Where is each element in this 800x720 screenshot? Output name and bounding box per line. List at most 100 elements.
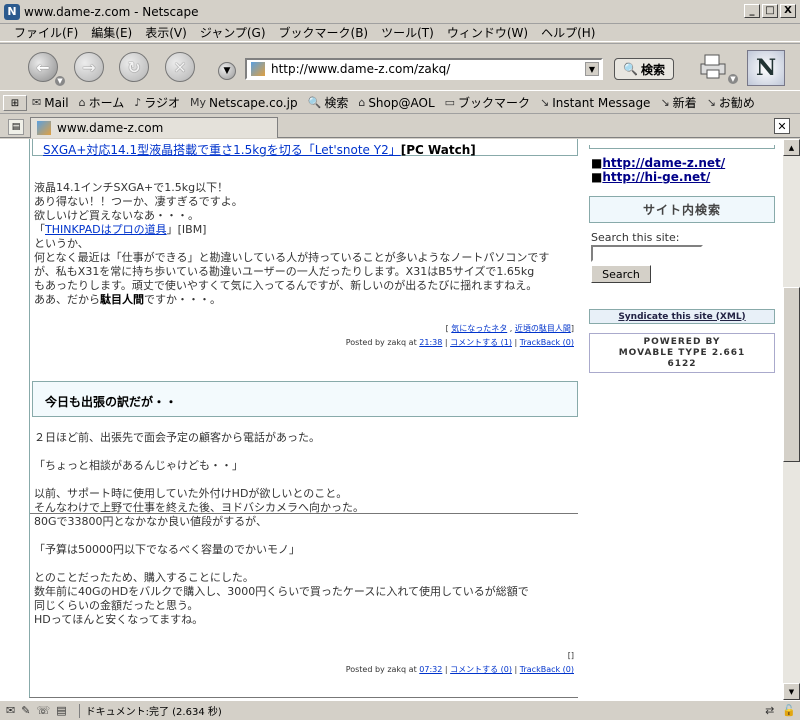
stop-button[interactable]: ✕ bbox=[165, 52, 195, 82]
url-history-icon[interactable]: ▼ bbox=[218, 62, 236, 80]
link-hi-ge-net[interactable]: http://hi-ge.net/ bbox=[602, 170, 710, 184]
body-line: 以前、サポート時に使用していた外付けHDが欲しいとのこと。 bbox=[34, 487, 348, 500]
body-line: 液晶14.1インチSXGA+で1.5kg以下！ bbox=[34, 181, 229, 194]
category-link[interactable]: 近頃の駄目人間 bbox=[515, 324, 571, 333]
permalink-time[interactable]: 21:38 bbox=[419, 338, 442, 347]
tab-dame-z[interactable]: www.dame-z.com bbox=[30, 117, 278, 138]
link-icon: ↘ bbox=[540, 96, 550, 109]
site-search-button[interactable]: Search bbox=[591, 265, 651, 283]
trackback-link[interactable]: TrackBack (0) bbox=[520, 665, 574, 674]
bookmark-mail[interactable]: ✉ Mail bbox=[32, 96, 69, 110]
post-footer: Posted by zakq at 07:32 | コメントする (0) | T… bbox=[345, 665, 574, 674]
bookmark-radio[interactable]: ♪ ラジオ bbox=[134, 94, 180, 111]
bullet: ■ bbox=[591, 170, 603, 184]
trackback-link[interactable]: TrackBack (0) bbox=[520, 338, 574, 347]
sidebar-links: ■http://dame-z.net/ ■http://hi-ge.net/ bbox=[591, 156, 725, 184]
scroll-thumb[interactable] bbox=[783, 287, 800, 462]
site-favicon-icon bbox=[251, 62, 265, 76]
bookmark-instant-message[interactable]: ↘ Instant Message bbox=[540, 96, 650, 110]
link-dame-z-net[interactable]: http://dame-z.net/ bbox=[602, 156, 725, 170]
body-line: 「予算は50000円以下でなるべく容量のでかいモノ」 bbox=[34, 543, 300, 556]
bookmark-shop[interactable]: ⌂ Shop@AOL bbox=[358, 96, 434, 110]
thinkpad-link[interactable]: THINKPADはプロの道具 bbox=[45, 223, 167, 236]
close-tab-icon[interactable]: ✕ bbox=[774, 118, 790, 134]
window-controls: _ □ X bbox=[744, 4, 796, 18]
search-label: Search this site: bbox=[591, 231, 680, 244]
url-bar[interactable]: http://www.dame-z.com/zakq/ ▼ bbox=[245, 58, 603, 80]
post-body: ２日ほど前、出張先で面会予定の顧客から電話があった。 「ちょっと相談があるんじゃ… bbox=[34, 431, 529, 627]
composer-icon[interactable]: ✎ bbox=[21, 704, 30, 717]
reload-button[interactable]: ↻ bbox=[119, 52, 149, 82]
window-title: www.dame-z.com - Netscape bbox=[24, 4, 199, 19]
site-search-heading: サイト内検索 bbox=[589, 196, 775, 223]
bookmark-label: Instant Message bbox=[552, 95, 651, 110]
bookmark-folder[interactable]: ▭ ブックマーク bbox=[445, 94, 530, 111]
comment-link[interactable]: コメントする (0) bbox=[450, 665, 512, 674]
bookmark-recommend[interactable]: ↘ お勧め bbox=[707, 94, 755, 111]
print-icon[interactable] bbox=[698, 52, 728, 80]
comment-link[interactable]: コメントする (1) bbox=[450, 338, 512, 347]
home-grip-icon[interactable]: ⊞ bbox=[3, 95, 27, 111]
personal-toolbar: ⊞ ✉ Mail ⌂ ホーム ♪ ラジオ My Netscape.co.jp 🔍 検索 ⌂… bbox=[0, 92, 800, 114]
body-line: そんなわけで上野で仕事を終えた後、ヨドバシカメラへ向かった。 bbox=[34, 501, 364, 514]
posted-by: Posted by zakq at bbox=[345, 665, 417, 674]
url-dropdown-icon[interactable]: ▼ bbox=[585, 62, 599, 76]
menu-bookmarks[interactable]: ブックマーク(B) bbox=[279, 24, 369, 41]
bookmark-home[interactable]: ⌂ ホーム bbox=[79, 94, 125, 111]
menu-file[interactable]: ファイル(F) bbox=[14, 24, 78, 41]
menu-tools[interactable]: ツール(T) bbox=[381, 24, 434, 41]
chat-icon[interactable]: ▤ bbox=[56, 704, 66, 717]
article-link[interactable]: SXGA+対応14.1型液晶搭載で重さ1.5kgを切る「Let'snote Y2… bbox=[43, 143, 401, 157]
minimize-button[interactable]: _ bbox=[744, 4, 760, 18]
close-button[interactable]: X bbox=[780, 4, 796, 18]
bookmark-netscape[interactable]: My Netscape.co.jp bbox=[190, 96, 298, 110]
netscape-window-icon[interactable]: N bbox=[4, 3, 20, 20]
bookmark-new[interactable]: ↘ 新着 bbox=[660, 94, 696, 111]
powered-by-badge[interactable]: POWERED BY MOVABLE TYPE 2.661 6122 bbox=[589, 333, 775, 373]
category-link[interactable]: 気になったネタ bbox=[451, 324, 507, 333]
permalink-time[interactable]: 07:32 bbox=[419, 665, 442, 674]
menu-help[interactable]: ヘルプ(H) bbox=[541, 24, 595, 41]
scroll-up-icon[interactable]: ▲ bbox=[783, 139, 800, 156]
body-line: 同じくらいの金額だったと思う。 bbox=[34, 599, 199, 612]
sidebar-toggle-icon[interactable]: ▤ bbox=[8, 119, 24, 135]
radio-icon: ♪ bbox=[134, 96, 142, 109]
netscape-logo-icon[interactable]: N bbox=[747, 50, 785, 86]
menu-view[interactable]: 表示(V) bbox=[145, 24, 187, 41]
body-line: 80Gで33800円となかなか良い値段がするが、 bbox=[34, 515, 267, 528]
bookmark-label: Netscape.co.jp bbox=[209, 95, 298, 110]
menu-window[interactable]: ウィンドウ(W) bbox=[447, 24, 528, 41]
text-fragment: ですか・・・。 bbox=[144, 293, 221, 306]
maximize-button[interactable]: □ bbox=[762, 4, 778, 18]
offline-icon[interactable]: ⇄ bbox=[765, 704, 774, 717]
print-dropdown-icon[interactable]: ▼ bbox=[728, 74, 738, 84]
address-book-icon[interactable]: ☏ bbox=[36, 704, 50, 717]
syndicate-link[interactable]: Syndicate this site (XML) bbox=[589, 309, 775, 324]
vertical-scrollbar[interactable]: ▲ ▼ bbox=[783, 139, 800, 700]
mail-status-icon[interactable]: ✉ bbox=[6, 704, 15, 717]
search-button[interactable]: 🔍 検索 bbox=[614, 58, 674, 80]
bookmark-search[interactable]: 🔍 検索 bbox=[308, 94, 349, 111]
scroll-down-icon[interactable]: ▼ bbox=[783, 683, 800, 700]
divider bbox=[78, 703, 80, 718]
url-text[interactable]: http://www.dame-z.com/zakq/ bbox=[271, 62, 450, 76]
forward-button[interactable]: → bbox=[74, 52, 104, 82]
bookmark-label: ラジオ bbox=[144, 96, 181, 110]
status-text: ドキュメント:完了 (2.634 秒) bbox=[85, 707, 222, 718]
folder-icon: ▭ bbox=[444, 96, 456, 109]
back-button[interactable]: ← bbox=[28, 52, 58, 82]
home-icon: ⌂ bbox=[78, 96, 86, 109]
menu-edit[interactable]: 編集(E) bbox=[91, 24, 132, 41]
link-icon: ↘ bbox=[706, 96, 716, 109]
post-meta: [] Posted by zakq at 07:32 | コメントする (0) … bbox=[346, 649, 574, 677]
back-dropdown-icon[interactable]: ▼ bbox=[55, 76, 65, 86]
menu-go[interactable]: ジャンプ(G) bbox=[200, 24, 266, 41]
post-body: 液晶14.1インチSXGA+で1.5kg以下！ あり得ない！！つーか、凄すぎるで… bbox=[34, 181, 549, 307]
body-line: ああ、だから駄目人間ですか・・・。 bbox=[34, 293, 549, 307]
post-title: 今日も出張の訳だが・・ bbox=[32, 381, 578, 417]
security-icon[interactable]: 🔓 bbox=[782, 704, 796, 717]
bookmark-label: 検索 bbox=[324, 96, 349, 110]
site-search-input[interactable] bbox=[591, 245, 703, 262]
